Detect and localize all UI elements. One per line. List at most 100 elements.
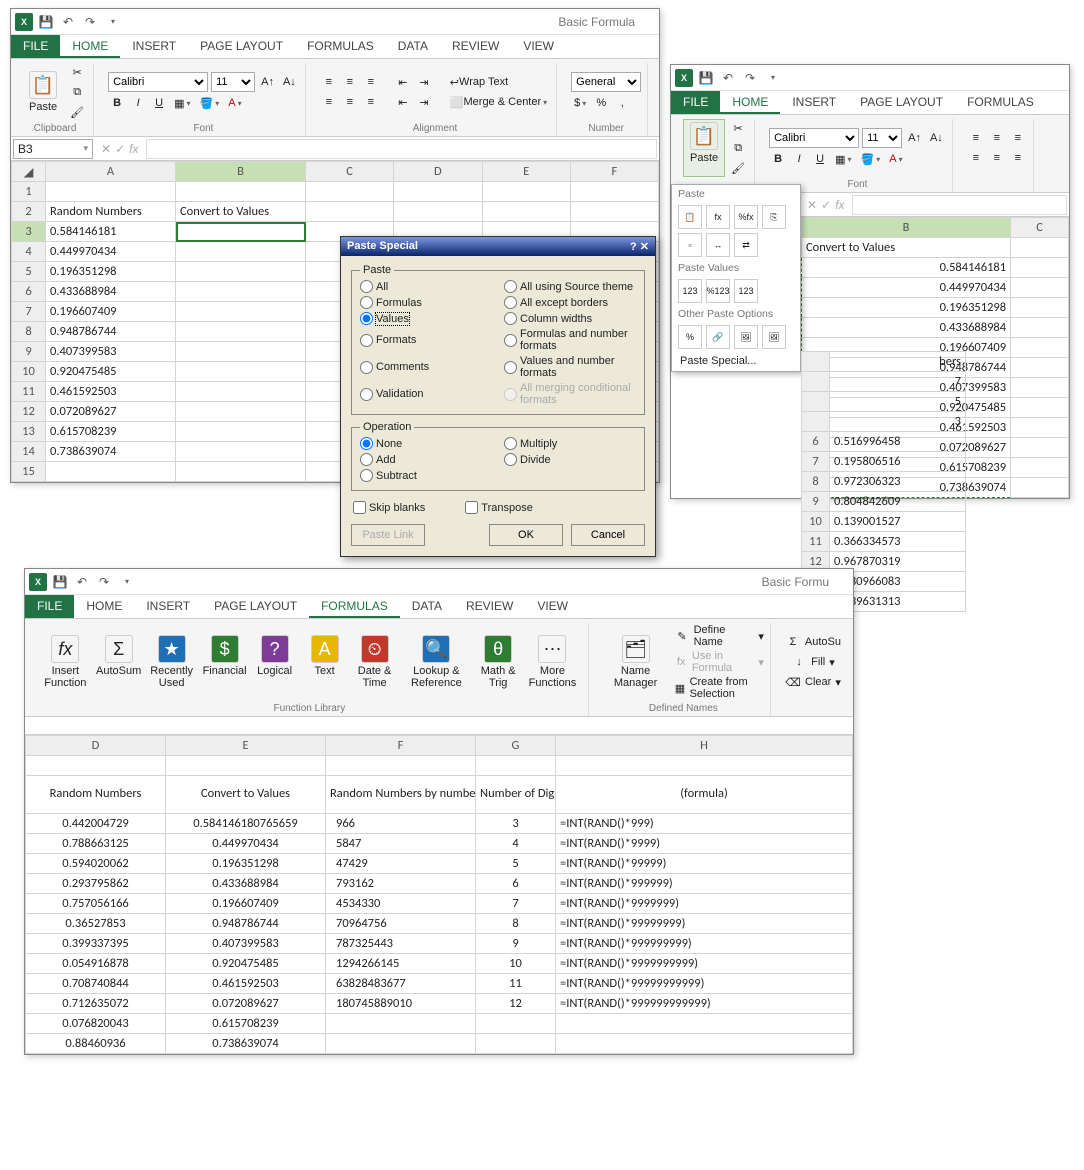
cell[interactable]: 0.449970434 <box>166 834 326 854</box>
cell[interactable]: Random Numbers <box>46 202 176 222</box>
paste-other-link-icon[interactable]: 🔗 <box>706 325 730 349</box>
cell[interactable]: 0.407399583 <box>46 342 176 362</box>
align-right-icon[interactable]: ≡ <box>362 93 380 111</box>
cell[interactable]: Convert to Values <box>166 776 326 814</box>
align-bottom-icon[interactable]: ≡ <box>362 73 380 91</box>
cell[interactable]: 966 <box>326 814 476 834</box>
paste-opt-srcfmt-icon[interactable]: ⎘ <box>762 205 786 229</box>
align-icon[interactable]: ≡ <box>1009 149 1027 167</box>
create-from-selection-button[interactable]: ▦Create from Selection <box>674 675 764 701</box>
row-header[interactable]: 8 <box>802 472 830 492</box>
undo-icon[interactable]: ↶ <box>719 69 737 87</box>
merge-center-button[interactable]: ⬜ Merge & Center <box>447 93 550 111</box>
underline-button[interactable]: U <box>150 94 168 112</box>
cell[interactable] <box>176 282 306 302</box>
cell[interactable] <box>176 342 306 362</box>
row-header[interactable]: 4 <box>12 242 46 262</box>
font-size-combo[interactable]: 11 <box>211 72 255 92</box>
row-header[interactable]: 11 <box>802 532 830 552</box>
grow-font-icon[interactable]: A↑ <box>258 73 277 91</box>
cell[interactable]: 0.36527853 <box>26 914 166 934</box>
paste-values-num-icon[interactable]: %123 <box>706 279 730 303</box>
cancel-button[interactable]: Cancel <box>571 524 645 546</box>
radio-all-src-theme[interactable]: All using Source theme <box>504 280 636 293</box>
radio-all-except-borders[interactable]: All except borders <box>504 296 636 309</box>
cell[interactable]: 0.196607409 <box>166 894 326 914</box>
formula-input[interactable] <box>146 139 657 159</box>
cell[interactable]: 0.399337395 <box>26 934 166 954</box>
radio-values[interactable]: Values <box>360 312 492 325</box>
save-icon[interactable]: 💾 <box>697 69 715 87</box>
radio-formats[interactable]: Formats <box>360 328 492 352</box>
cell[interactable]: bers <box>830 352 966 372</box>
cell[interactable]: 0.584146181 <box>46 222 176 242</box>
tab-home[interactable]: HOME <box>720 91 780 114</box>
tab-pagelayout[interactable]: PAGE LAYOUT <box>202 595 309 618</box>
font-size-combo[interactable]: 11 <box>862 128 902 148</box>
cell[interactable]: 10 <box>476 954 556 974</box>
cell[interactable]: 180745889010 <box>326 994 476 1014</box>
cell[interactable]: 0.804842609 <box>830 492 966 512</box>
col-header-D[interactable]: D <box>26 736 166 756</box>
cell[interactable]: 0.072089627 <box>166 994 326 1014</box>
ok-button[interactable]: OK <box>489 524 563 546</box>
undo-icon[interactable]: ↶ <box>73 573 91 591</box>
cell[interactable]: =INT(RAND()*999999) <box>556 874 853 894</box>
cell[interactable] <box>176 262 306 282</box>
cell[interactable]: 0.516996458 <box>830 432 966 452</box>
cell[interactable]: 0.615708239 <box>46 422 176 442</box>
paste-opt-fx-icon[interactable]: fx <box>706 205 730 229</box>
wrap-text-button[interactable]: ↩ Wrap Text <box>447 73 511 91</box>
cut-icon[interactable]: ✂ <box>67 63 87 81</box>
paste-values-icon[interactable]: 123 <box>678 279 702 303</box>
copy-icon[interactable]: ⧉ <box>67 83 87 101</box>
cell[interactable]: 0.433688984 <box>166 874 326 894</box>
radio-op-subtract[interactable]: Subtract <box>360 469 492 482</box>
align-icon[interactable]: ≡ <box>988 129 1006 147</box>
cell[interactable] <box>176 402 306 422</box>
tab-insert[interactable]: INSERT <box>134 595 202 618</box>
undo-icon[interactable]: ↶ <box>59 13 77 31</box>
cell[interactable]: 0.584146180765659 <box>166 814 326 834</box>
paste-other-fmt-icon[interactable]: % <box>678 325 702 349</box>
cell[interactable]: 8 <box>476 914 556 934</box>
dialog-close-icon[interactable]: ✕ <box>640 241 649 253</box>
check-skip-blanks[interactable]: Skip blanks <box>353 501 425 514</box>
cell[interactable]: 793162 <box>326 874 476 894</box>
fill-color-button[interactable]: 🪣 <box>858 150 884 168</box>
radio-op-add[interactable]: Add <box>360 453 492 466</box>
formula-input[interactable] <box>852 195 1067 215</box>
cell[interactable] <box>556 1034 853 1054</box>
row-header[interactable]: 7 <box>802 452 830 472</box>
underline-button[interactable]: U <box>811 150 829 168</box>
cell[interactable]: 63828483677 <box>326 974 476 994</box>
more-functions-button[interactable]: ⋯More Functions <box>523 633 582 691</box>
fx-icon[interactable]: fx <box>835 198 844 212</box>
cell[interactable] <box>556 1014 853 1034</box>
row-header[interactable]: 9 <box>802 492 830 512</box>
cell[interactable]: 0.195806516 <box>830 452 966 472</box>
cell[interactable]: Convert to Values <box>176 202 306 222</box>
row-header[interactable]: 8 <box>12 322 46 342</box>
row-header[interactable]: 2 <box>12 202 46 222</box>
redo-icon[interactable]: ↷ <box>95 573 113 591</box>
align-icon[interactable]: ≡ <box>1009 129 1027 147</box>
align-icon[interactable]: ≡ <box>967 149 985 167</box>
number-format-combo[interactable]: General <box>571 72 641 92</box>
cell[interactable]: 12 <box>476 994 556 1014</box>
qat-customize[interactable] <box>117 573 135 591</box>
name-manager-button[interactable]: 🗂Name Manager <box>603 633 669 691</box>
format-painter-icon[interactable]: 🖌 <box>728 159 748 177</box>
cell[interactable]: 70964756 <box>326 914 476 934</box>
tab-data[interactable]: DATA <box>386 35 440 58</box>
cell[interactable]: 0.972306323 <box>830 472 966 492</box>
cell[interactable]: 0.072089627 <box>46 402 176 422</box>
tab-insert[interactable]: INSERT <box>780 91 848 114</box>
paste-opt-noborder-icon[interactable]: ▫ <box>678 233 702 257</box>
col-header-E[interactable]: E <box>482 162 570 182</box>
cell[interactable]: =INT(RAND()*9999999) <box>556 894 853 914</box>
col-header-A[interactable]: A <box>46 162 176 182</box>
tab-review[interactable]: REVIEW <box>440 35 511 58</box>
cell[interactable]: 7 <box>476 894 556 914</box>
bold-button[interactable]: B <box>769 150 787 168</box>
